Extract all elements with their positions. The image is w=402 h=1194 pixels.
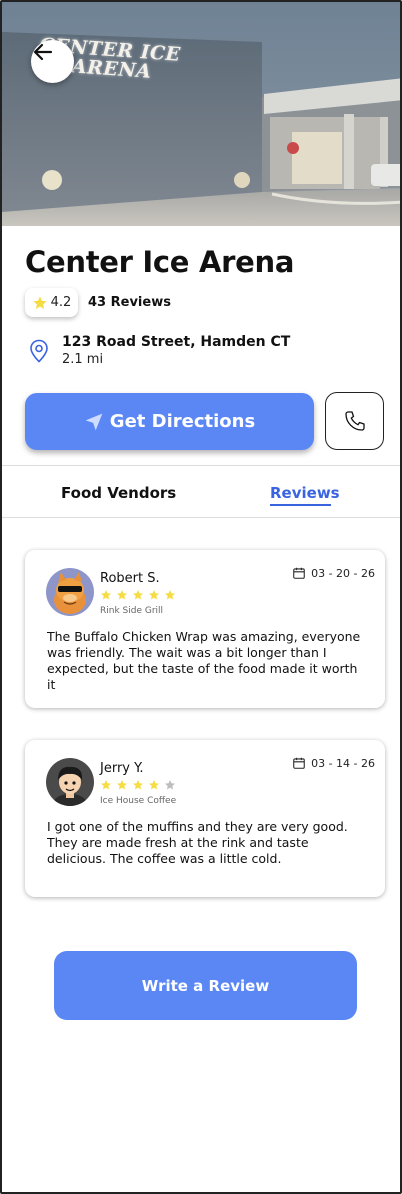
phone-icon [344, 411, 365, 431]
star-filled-icon [165, 590, 175, 600]
calendar-icon [293, 757, 305, 769]
rating-badge: 4.2 [25, 288, 78, 317]
reviews-count[interactable]: 43 Reviews [88, 295, 171, 310]
reviewer-avatar [46, 758, 94, 806]
venue-distance: 2.1 mi [62, 352, 104, 367]
tab-reviews[interactable]: Reviews [270, 484, 340, 502]
review-text: The Buffalo Chicken Wrap was amazing, ev… [47, 629, 361, 692]
star-filled-icon [117, 590, 127, 600]
star-icon [32, 295, 47, 309]
cat-avatar-image [46, 568, 94, 616]
venue-hero-image: CENTER ICE ARENA [2, 2, 400, 226]
get-directions-label: Get Directions [109, 411, 256, 432]
star-filled-icon [133, 780, 143, 790]
get-directions-button[interactable]: Get Directions [25, 393, 314, 450]
venue-address: 123 Road Street, Hamden CT [62, 334, 291, 350]
review-card: Robert S. Rink Side Grill 03 - 20 - 26 T… [25, 550, 385, 708]
review-vendor: Ice House Coffee [100, 796, 177, 806]
review-card: Jerry Y. Ice House Coffee 03 - 14 - 26 I… [25, 740, 385, 897]
star-filled-icon [101, 590, 111, 600]
star-filled-icon [117, 780, 127, 790]
star-filled-icon [149, 590, 159, 600]
star-filled-icon [149, 780, 159, 790]
active-tab-indicator [270, 504, 331, 506]
rating-value: 4.2 [50, 295, 72, 310]
tabs-bottom-divider [2, 517, 400, 518]
venue-detail-screen: CENTER ICE ARENA Center Ice Arena 4.2 43… [0, 0, 402, 1194]
write-review-label: Write a Review [141, 976, 270, 995]
tabs-top-divider [2, 465, 400, 466]
reviewer-name: Jerry Y. [100, 761, 144, 776]
review-date-text: 03 - 14 - 26 [311, 756, 375, 770]
review-date: 03 - 14 - 26 [292, 756, 375, 770]
review-date-text: 03 - 20 - 26 [311, 566, 375, 580]
map-pin-icon [30, 339, 48, 363]
back-button[interactable] [31, 40, 74, 83]
star-filled-icon [101, 780, 111, 790]
star-empty-icon [165, 780, 175, 790]
navigation-icon [85, 413, 103, 430]
reviewer-avatar [46, 568, 94, 616]
calendar-icon [293, 567, 305, 579]
review-vendor: Rink Side Grill [100, 606, 164, 616]
review-text: I got one of the muffins and they are ve… [47, 819, 348, 866]
venue-title: Center Ice Arena [25, 245, 295, 279]
tab-food-vendors[interactable]: Food Vendors [61, 484, 176, 502]
call-button[interactable] [325, 392, 384, 450]
review-stars [100, 589, 176, 601]
review-date: 03 - 20 - 26 [292, 566, 375, 580]
write-review-button[interactable]: Write a Review [54, 951, 357, 1020]
arrow-left-icon [33, 43, 53, 61]
review-stars [100, 779, 176, 791]
boy-avatar-image [46, 758, 94, 806]
star-filled-icon [133, 590, 143, 600]
reviewer-name: Robert S. [100, 571, 160, 586]
